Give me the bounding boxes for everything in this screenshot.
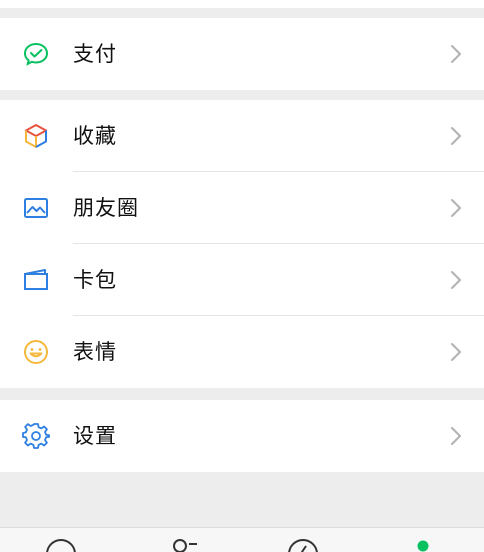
favorites-cube-icon: [25, 124, 47, 148]
menu-item-cards[interactable]: 卡包: [0, 244, 484, 316]
wechat-pay-icon: [23, 42, 49, 66]
menu-item-stickers[interactable]: 表情: [0, 316, 484, 388]
moments-photo-icon: [24, 198, 48, 218]
gear-icon: [22, 423, 50, 449]
chevron-right-icon: [451, 343, 461, 361]
services-group: 收藏 朋友圈 卡包 表情: [0, 100, 484, 388]
section-gap: [0, 8, 484, 18]
sticker-smiley-icon: [24, 340, 48, 364]
menu-item-favorites[interactable]: 收藏: [0, 100, 484, 172]
menu-item-label: 表情: [73, 340, 117, 364]
card-wallet-icon: [24, 269, 48, 290]
menu-item-pay[interactable]: 支付: [0, 18, 484, 90]
chats-icon[interactable]: [43, 536, 79, 552]
contacts-icon[interactable]: [165, 536, 201, 552]
pay-group: 支付: [0, 18, 484, 90]
me-icon[interactable]: [405, 536, 441, 552]
menu-item-label: 收藏: [73, 124, 117, 148]
chevron-right-icon: [451, 45, 461, 63]
menu-item-label: 朋友圈: [73, 196, 139, 220]
chevron-right-icon: [451, 271, 461, 289]
discover-icon[interactable]: [285, 536, 321, 552]
menu-item-label: 设置: [73, 424, 117, 448]
settings-group: 设置: [0, 400, 484, 472]
menu-item-settings[interactable]: 设置: [0, 400, 484, 472]
menu-item-moments[interactable]: 朋友圈: [0, 172, 484, 244]
me-page: 支付 收藏 朋友圈 卡包 表情 设置: [0, 0, 484, 552]
chevron-right-icon: [451, 127, 461, 145]
bottom-tab-bar: [0, 527, 484, 552]
chevron-right-icon: [451, 199, 461, 217]
previous-section-bottom: [0, 0, 484, 8]
menu-item-label: 支付: [73, 42, 117, 66]
menu-item-label: 卡包: [73, 268, 117, 292]
chevron-right-icon: [451, 427, 461, 445]
